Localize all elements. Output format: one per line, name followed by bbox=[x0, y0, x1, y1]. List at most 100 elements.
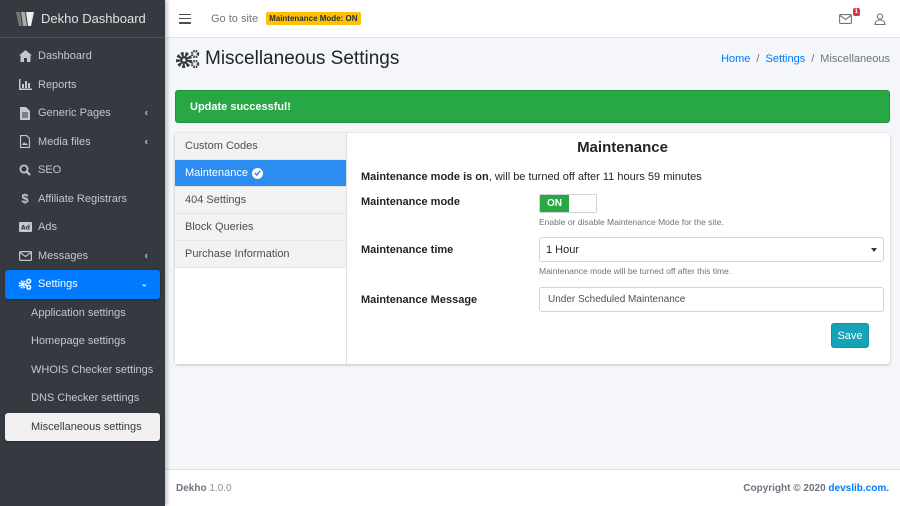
breadcrumb-settings[interactable]: Settings bbox=[765, 53, 805, 65]
check-circle-icon bbox=[252, 167, 263, 179]
maintenance-pane: Maintenance Maintenance mode is on, will… bbox=[347, 133, 890, 364]
top-navbar: Go to site Maintenance Mode: ON 1 bbox=[165, 0, 900, 38]
maintenance-mode-control: ON Enable or disable Maintenance Mode fo… bbox=[539, 194, 884, 227]
caret-down-icon bbox=[871, 248, 877, 252]
sidebar-item-reports[interactable]: Reports bbox=[5, 71, 160, 100]
chevron-down-icon: ⌄ bbox=[140, 278, 148, 289]
sidebar-item-ads[interactable]: Ad Ads bbox=[5, 213, 160, 242]
envelope-icon bbox=[18, 249, 32, 263]
sidebar-item-settings[interactable]: Settings ⌄ bbox=[5, 270, 160, 299]
sidebar-subitem-application-settings[interactable]: Application settings bbox=[5, 299, 160, 328]
maintenance-mode-label: Maintenance mode bbox=[361, 196, 461, 208]
status-bold: Maintenance mode is on bbox=[361, 171, 489, 183]
sidebar: Dekho Dashboard Dashboard Reports Generi… bbox=[0, 0, 165, 506]
toggle-off-area bbox=[569, 195, 596, 212]
main-content: Miscellaneous Settings Home / Settings /… bbox=[165, 38, 900, 469]
sidebar-item-generic-pages[interactable]: Generic Pages ‹ bbox=[5, 99, 160, 128]
maintenance-time-control: 1 Hour Maintenance mode will be turned o… bbox=[539, 237, 884, 276]
dollar-icon: $ bbox=[21, 191, 29, 207]
toggle-on-label: ON bbox=[540, 195, 569, 212]
page-title: Miscellaneous Settings bbox=[175, 48, 399, 70]
go-to-site-link[interactable]: Go to site bbox=[211, 13, 258, 25]
search-icon bbox=[18, 163, 32, 177]
sidebar-item-label: Dashboard bbox=[38, 50, 92, 63]
tab-maintenance[interactable]: Maintenance bbox=[175, 160, 346, 187]
svg-text:Ad: Ad bbox=[21, 225, 30, 232]
sidebar-item-label: Generic Pages bbox=[38, 107, 111, 120]
maintenance-mode-toggle[interactable]: ON bbox=[539, 194, 597, 213]
maintenance-mode-help: Enable or disable Maintenance Mode for t… bbox=[539, 217, 724, 227]
chevron-left-icon: ‹ bbox=[144, 136, 148, 148]
hamburger-icon[interactable] bbox=[179, 13, 191, 24]
cogs-icon bbox=[18, 277, 32, 291]
footer: Dekho 1.0.0 Copyright © 2020 devslib.com… bbox=[165, 469, 900, 506]
sidebar-item-label: Settings bbox=[38, 278, 78, 291]
sidebar-item-affiliate-registrars[interactable]: $ Affiliate Registrars bbox=[5, 185, 160, 214]
maintenance-time-label: Maintenance time bbox=[361, 244, 454, 256]
maintenance-message-input[interactable]: Under Scheduled Maintenance bbox=[539, 287, 884, 312]
settings-tabs: Custom Codes Maintenance 404 Settings Bl… bbox=[175, 133, 347, 364]
image-file-icon bbox=[18, 135, 32, 149]
page-header: Miscellaneous Settings Home / Settings /… bbox=[165, 38, 900, 80]
success-alert: Update successful! bbox=[175, 90, 890, 123]
pane-title: Maintenance bbox=[577, 139, 668, 156]
messages-count-badge: 1 bbox=[852, 7, 860, 16]
footer-copyright: Copyright © 2020 devslib.com. bbox=[743, 483, 889, 494]
sidebar-item-media-files[interactable]: Media files ‹ bbox=[5, 128, 160, 157]
sidebar-item-seo[interactable]: SEO bbox=[5, 156, 160, 185]
sidebar-item-dashboard[interactable]: Dashboard bbox=[5, 42, 160, 71]
sidebar-nav: Dashboard Reports Generic Pages ‹ Media … bbox=[0, 38, 165, 441]
breadcrumb: Home / Settings / Miscellaneous bbox=[721, 53, 890, 65]
sidebar-item-label: SEO bbox=[38, 164, 62, 177]
copyright-text: Copyright © 2020 bbox=[743, 482, 826, 494]
maintenance-time-select[interactable]: 1 Hour bbox=[539, 237, 884, 262]
status-rest: , will be turned off after 11 hours 59 m… bbox=[488, 171, 702, 183]
maintenance-mode-row: Maintenance mode ON Enable or disable Ma… bbox=[361, 194, 884, 234]
tab-custom-codes[interactable]: Custom Codes bbox=[175, 133, 346, 160]
breadcrumb-home[interactable]: Home bbox=[721, 53, 750, 65]
maintenance-time-row: Maintenance time 1 Hour Maintenance mode… bbox=[361, 237, 884, 277]
maintenance-mode-badge: Maintenance Mode: ON bbox=[266, 12, 361, 25]
chevron-left-icon: ‹ bbox=[144, 250, 148, 262]
select-value: 1 Hour bbox=[546, 243, 580, 256]
page-title-text: Miscellaneous Settings bbox=[205, 48, 400, 69]
sidebar-subitem-whois-checker-settings[interactable]: WHOIS Checker settings bbox=[5, 356, 160, 385]
sidebar-subitem-dns-checker-settings[interactable]: DNS Checker settings bbox=[5, 384, 160, 413]
tab-label: Maintenance bbox=[185, 167, 248, 179]
tab-block-queries[interactable]: Block Queries bbox=[175, 214, 346, 241]
footer-version-number: 1.0.0 bbox=[209, 482, 232, 494]
sidebar-item-label: Reports bbox=[38, 78, 77, 91]
breadcrumb-current: Miscellaneous bbox=[820, 53, 890, 65]
navbar-right: 1 bbox=[839, 7, 886, 25]
home-icon bbox=[18, 49, 32, 63]
w-logo-icon bbox=[16, 11, 34, 26]
footer-version: Dekho 1.0.0 bbox=[176, 483, 232, 494]
breadcrumb-separator: / bbox=[811, 53, 815, 65]
maintenance-time-help: Maintenance mode will be turned off afte… bbox=[539, 266, 732, 276]
devslib-link[interactable]: devslib.com. bbox=[828, 483, 889, 494]
sidebar-item-label: Ads bbox=[38, 221, 57, 234]
footer-app-name: Dekho bbox=[176, 482, 207, 494]
sidebar-subitem-homepage-settings[interactable]: Homepage settings bbox=[5, 327, 160, 356]
file-icon bbox=[18, 106, 32, 120]
settings-card: Custom Codes Maintenance 404 Settings Bl… bbox=[175, 133, 890, 364]
tab-purchase-information[interactable]: Purchase Information bbox=[175, 241, 346, 268]
chevron-left-icon: ‹ bbox=[144, 107, 148, 119]
sidebar-item-label: Media files bbox=[38, 135, 91, 148]
messages-button[interactable]: 1 bbox=[839, 7, 860, 24]
maintenance-status: Maintenance mode is on, will be turned o… bbox=[361, 171, 884, 183]
save-button[interactable]: Save bbox=[831, 323, 869, 348]
cogs-icon bbox=[176, 49, 200, 69]
brand-title: Dekho Dashboard bbox=[41, 11, 146, 26]
sidebar-item-messages[interactable]: Messages ‹ bbox=[5, 242, 160, 271]
user-icon[interactable] bbox=[874, 12, 886, 25]
maintenance-message-control: Under Scheduled Maintenance bbox=[539, 287, 884, 312]
sidebar-item-label: Messages bbox=[38, 249, 89, 262]
maintenance-message-label: Maintenance Message bbox=[361, 294, 478, 306]
breadcrumb-separator: / bbox=[756, 53, 760, 65]
sidebar-item-label: Affiliate Registrars bbox=[38, 192, 128, 205]
tab-404-settings[interactable]: 404 Settings bbox=[175, 187, 346, 214]
brand-link[interactable]: Dekho Dashboard bbox=[0, 0, 165, 38]
envelope-icon bbox=[839, 13, 852, 24]
sidebar-subitem-miscellaneous-settings[interactable]: Miscellaneous settings bbox=[5, 412, 160, 441]
